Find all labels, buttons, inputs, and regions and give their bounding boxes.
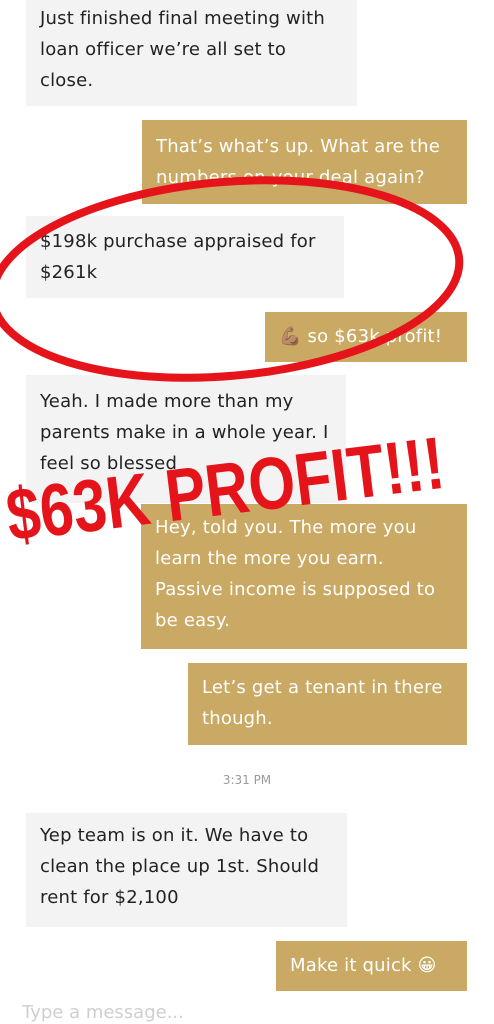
message-text: Yeah. I made more than my parents make i… (40, 391, 329, 474)
message-composer (0, 1002, 494, 1024)
message-text: Yep team is on it. We have to clean the … (40, 825, 320, 908)
message-text: Just finished final meeting with loan of… (40, 8, 326, 91)
message-text: $198k purchase appraised for $261k (40, 231, 316, 283)
grinning-face-emoji: 😀 (417, 955, 437, 976)
message-incoming: $198k purchase appraised for $261k (26, 216, 344, 298)
message-text: so $63k profit! (307, 326, 443, 347)
message-timestamp: 3:31 PM (222, 773, 272, 787)
message-outgoing: That’s what’s up. What are the numbers o… (142, 120, 467, 204)
message-incoming: Just finished final meeting with loan of… (26, 0, 357, 106)
message-text: That’s what’s up. What are the numbers o… (156, 136, 441, 188)
flexed-biceps-emoji: 💪🏽 (279, 326, 302, 347)
message-outgoing: Make it quick 😀 (276, 941, 467, 991)
message-text: Make it quick (290, 955, 412, 976)
message-text: Let’s get a tenant in there though. (202, 677, 443, 729)
message-text: Hey, told you. The more you learn the mo… (155, 517, 436, 631)
message-incoming: Yep team is on it. We have to clean the … (26, 813, 347, 927)
message-outgoing: 💪🏽 so $63k profit! (265, 312, 467, 362)
message-outgoing: Let’s get a tenant in there though. (188, 663, 467, 745)
message-outgoing: Hey, told you. The more you learn the mo… (141, 504, 467, 649)
message-incoming: Yeah. I made more than my parents make i… (26, 375, 346, 503)
message-input[interactable] (0, 1002, 322, 1023)
